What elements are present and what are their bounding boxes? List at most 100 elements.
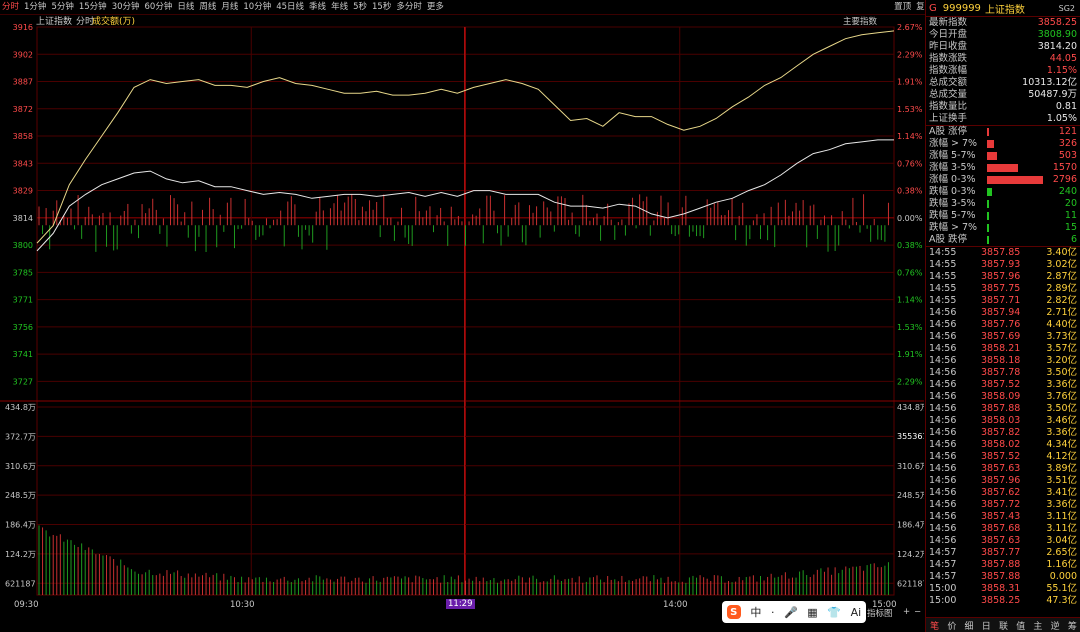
volume-axis-label: 248.5万	[5, 491, 36, 500]
breadth-bar	[987, 140, 994, 148]
breadth-count: 15	[1064, 222, 1077, 233]
breadth-row: A股 跌停 6	[926, 234, 1080, 246]
sidebar-tab-0[interactable]: 笔	[926, 619, 943, 632]
tick-row: 14:56 3857.94 2.71亿	[926, 307, 1080, 319]
tick-row: 14:56 3857.96 3.51亿	[926, 475, 1080, 487]
tick-volume: 3.46亿	[1046, 415, 1077, 426]
period-tab-0[interactable]: 分时	[2, 0, 19, 14]
pct-axis-label: 1.14%	[897, 296, 923, 305]
period-tab-4[interactable]: 30分钟	[112, 0, 140, 14]
tick-volume: 3.89亿	[1046, 463, 1077, 474]
period-tab-12[interactable]: 年线	[331, 0, 348, 14]
period-tab-16[interactable]: 更多	[427, 0, 444, 14]
tick-time: 14:56	[929, 535, 957, 546]
period-tab-10[interactable]: 45日线	[276, 0, 304, 14]
price-axis-label: 3902	[13, 50, 33, 59]
tick-volume: 3.04亿	[1046, 535, 1077, 546]
tick-time: 14:57	[929, 559, 957, 570]
sidebar-tab-2[interactable]: 细	[960, 619, 977, 632]
breadth-count: 121	[1058, 126, 1077, 137]
stat-label: 总成交额	[929, 77, 968, 88]
breadth-bar	[987, 164, 1018, 172]
indicator-button[interactable]: 指标图	[867, 607, 893, 619]
add-icon[interactable]: +	[903, 607, 910, 617]
period-tab-7[interactable]: 周线	[199, 0, 216, 14]
skin-icon[interactable]: 👕	[827, 606, 841, 619]
keyboard-icon[interactable]: ▦	[807, 606, 817, 619]
tick-row: 14:55 3857.93 3.02亿	[926, 259, 1080, 271]
tick-volume: 3.57亿	[1046, 343, 1077, 354]
breadth-label: 涨幅 5-7%	[929, 150, 976, 161]
tick-row: 14:56 3857.72 3.36亿	[926, 499, 1080, 511]
stat-label: 昨日收盘	[929, 41, 968, 52]
price-axis-label: 3727	[13, 377, 33, 386]
tick-volume: 0.000	[1049, 571, 1077, 582]
tick-row: 14:56 3858.09 3.76亿	[926, 391, 1080, 403]
tick-volume: 3.11亿	[1046, 523, 1077, 534]
period-tab-1[interactable]: 1分钟	[24, 0, 46, 14]
ime-chinese-toggle[interactable]: 中	[750, 604, 761, 620]
tick-volume: 4.12亿	[1046, 451, 1077, 462]
period-tab-8[interactable]: 月线	[221, 0, 238, 14]
tick-volume: 3.73亿	[1046, 331, 1077, 342]
pct-axis-label: 0.00%	[897, 214, 923, 223]
sidebar-tab-6[interactable]: 主	[1029, 619, 1046, 632]
index-code: 999999	[942, 2, 981, 14]
tick-list[interactable]: 14:55 3857.85 3.40亿 14:55 3857.93 3.02亿 14:55 3…	[926, 246, 1080, 607]
tick-price: 3857.63	[981, 463, 1021, 474]
period-tab-6[interactable]: 日线	[177, 0, 194, 14]
quote-header: G 999999 上证指数 SG2	[926, 0, 1080, 17]
breadth-count: 2796	[1052, 174, 1077, 185]
sogou-logo-icon[interactable]: S	[726, 605, 741, 619]
breadth-count: 6	[1070, 234, 1077, 245]
period-tab-14[interactable]: 15秒	[372, 0, 391, 14]
breadth-label: 涨幅 > 7%	[929, 138, 978, 149]
tick-price: 3857.96	[981, 271, 1021, 282]
sidebar-tab-1[interactable]: 价	[943, 619, 960, 632]
breadth-list: A股 涨停 121 涨幅 > 7% 326 涨幅 5-7% 503 涨幅 3-5% 1570 涨…	[926, 125, 1080, 246]
time-1400-label: 14:00	[663, 600, 688, 610]
ai-button[interactable]: Ai	[851, 606, 862, 619]
tick-time: 14:56	[929, 451, 957, 462]
toolbar-action-0[interactable]: 置顶	[894, 0, 911, 14]
volume-axis-label: 372.7万	[5, 432, 36, 441]
tick-price: 3857.71	[981, 295, 1021, 306]
period-tab-13[interactable]: 5秒	[353, 0, 367, 14]
tick-price: 3857.72	[981, 499, 1021, 510]
period-tab-9[interactable]: 10分钟	[243, 0, 271, 14]
ime-punct-icon[interactable]: ·	[771, 606, 775, 619]
tick-price: 3857.76	[981, 319, 1021, 330]
tick-row: 14:56 3857.78 3.50亿	[926, 367, 1080, 379]
ime-toolbar[interactable]: S 中 · 🎤 ▦ 👕 Ai	[722, 601, 866, 623]
tick-volume: 2.65亿	[1046, 547, 1077, 558]
stat-row: 最新指数 3858.25	[926, 17, 1080, 29]
stat-value: 1.05%	[1046, 113, 1077, 124]
minus-icon[interactable]: −	[914, 607, 921, 617]
tick-price: 3857.75	[981, 283, 1021, 294]
period-tab-3[interactable]: 15分钟	[79, 0, 107, 14]
period-tab-15[interactable]: 多分时	[396, 0, 422, 14]
period-tab-5[interactable]: 60分钟	[145, 0, 173, 14]
breadth-label: A股 跌停	[929, 234, 968, 245]
sidebar-tab-5[interactable]: 值	[1012, 619, 1029, 632]
volume-axis-label-right: 124.2万	[897, 550, 924, 559]
pct-axis-label: 1.14%	[897, 132, 923, 141]
stat-row: 今日开盘 3808.90	[926, 29, 1080, 41]
period-tab-11[interactable]: 季线	[309, 0, 326, 14]
stat-value: 10313.12亿	[1022, 77, 1077, 88]
price-axis-label: 3756	[13, 323, 33, 332]
breadth-count: 240	[1058, 186, 1077, 197]
tick-row: 14:56 3858.02 4.34亿	[926, 439, 1080, 451]
sidebar-tab-4[interactable]: 联	[995, 619, 1012, 632]
volume-axis-label: 124.2万	[5, 550, 36, 559]
microphone-icon[interactable]: 🎤	[784, 606, 798, 619]
stat-label: 指数涨幅	[929, 65, 968, 76]
breadth-row: 跌幅 > 7% 15	[926, 222, 1080, 234]
intraday-chart[interactable]: 3916 2.67% 3902 2.29% 3887 1.91% 3872 1.53% 3858…	[0, 15, 933, 611]
tick-time: 14:56	[929, 367, 957, 378]
sidebar-tab-3[interactable]: 日	[978, 619, 995, 632]
sidebar-tab-7[interactable]: 逆	[1047, 619, 1064, 632]
chart-svg[interactable]: 3916 2.67% 3902 2.29% 3887 1.91% 3872 1.53% 3858…	[0, 15, 933, 611]
sidebar-tab-8[interactable]: 筹	[1064, 619, 1080, 632]
period-tab-2[interactable]: 5分钟	[51, 0, 73, 14]
